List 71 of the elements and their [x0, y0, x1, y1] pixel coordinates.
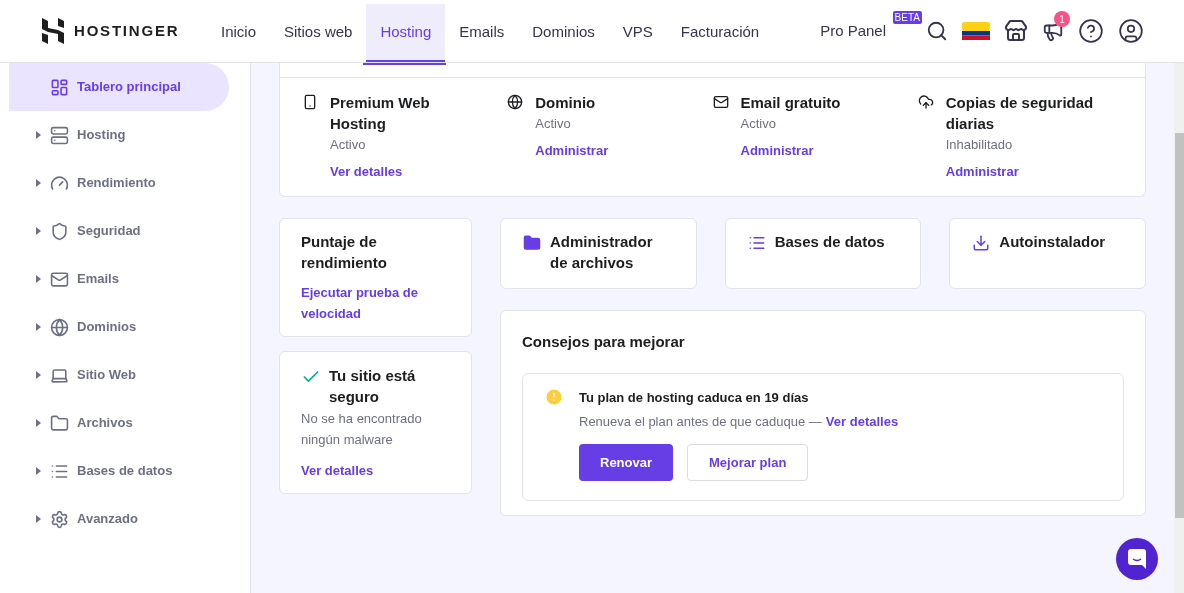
phone-icon	[302, 94, 318, 110]
alert-text: Renueva el plan antes de que caduque —	[579, 413, 822, 431]
nav-tab[interactable]: Facturación	[666, 4, 774, 62]
settings-icon	[50, 509, 69, 529]
nav-tab[interactable]: Hosting	[366, 4, 446, 62]
user-icon[interactable]	[1118, 18, 1144, 44]
cloud-upload-icon	[917, 94, 934, 110]
service-link[interactable]: Administrar	[740, 141, 841, 161]
beta-badge: BETA	[892, 10, 922, 24]
warning-icon	[544, 387, 564, 407]
tool-card[interactable]: Autoinstalador	[949, 218, 1146, 289]
nav-tab[interactable]: Dominios	[518, 4, 609, 62]
sidebar-item[interactable]: Hosting	[9, 111, 229, 159]
card-title: Consejos para mejorar	[522, 332, 686, 352]
card-title: Tu sitio está seguro	[329, 366, 417, 407]
help-icon[interactable]	[1078, 18, 1104, 44]
card-title: Puntaje de rendimiento	[301, 232, 388, 273]
dashboard-icon	[50, 77, 69, 97]
search-icon[interactable]	[926, 20, 948, 42]
scrollbar[interactable]	[1174, 63, 1184, 593]
flag-icon[interactable]	[962, 22, 990, 40]
nav-tab[interactable]: VPS	[608, 4, 667, 62]
upgrade-button[interactable]: Mejorar plan	[687, 444, 809, 481]
brand-name: HOSTINGER	[74, 20, 180, 41]
chat-icon	[1128, 549, 1146, 569]
sidebar-item[interactable]: Archivos	[9, 399, 229, 447]
service-status: Inhabilitado	[945, 136, 1014, 154]
folder-icon	[523, 234, 541, 252]
sidebar-item[interactable]: Dominios	[9, 303, 229, 351]
tool-card[interactable]: Bases de datos	[724, 218, 922, 289]
details-link[interactable]: Ver detalles	[825, 411, 899, 432]
nav-tab[interactable]: Sitios web	[270, 4, 367, 62]
sidebar-item[interactable]: Tablero principal	[9, 63, 229, 111]
mail-icon	[712, 94, 729, 110]
logo-icon	[42, 18, 64, 44]
service-status: Activo	[535, 115, 572, 133]
sidebar-item[interactable]: Emails	[9, 255, 229, 303]
renew-button[interactable]: Renovar	[579, 444, 674, 481]
folder-icon	[50, 413, 69, 433]
sidebar-item[interactable]: Bases de datos	[9, 447, 229, 495]
service-title: Copias de seguridad diarias	[945, 93, 1095, 134]
service-status: Activo	[740, 115, 777, 133]
tool-card[interactable]: Administrador de archivos	[500, 218, 697, 289]
server-icon	[50, 125, 69, 145]
sidebar-item[interactable]: Avanzado	[9, 495, 229, 543]
chat-button[interactable]	[1116, 538, 1158, 580]
service-link[interactable]: Administrar	[945, 162, 1103, 182]
notification-badge: 1	[1054, 11, 1070, 27]
alert-title: Tu plan de hosting caduca en 19 días	[579, 389, 810, 407]
list-icon	[747, 234, 766, 252]
sidebar-item[interactable]: Sitio Web	[9, 351, 229, 399]
mail-icon	[50, 269, 69, 289]
globe-icon	[507, 94, 524, 110]
service-status: Activo	[330, 136, 367, 154]
details-link[interactable]: Ver detalles	[301, 461, 450, 481]
sidebar-item[interactable]: Seguridad	[9, 207, 229, 255]
globe-icon	[50, 317, 69, 337]
service-title: Email gratuito	[740, 93, 841, 113]
sidebar-item[interactable]: Rendimiento	[9, 159, 229, 207]
security-text: No se ha encontrado ningún malware	[301, 410, 423, 449]
service-link[interactable]: Administrar	[535, 141, 609, 161]
nav-tab[interactable]: Emails	[445, 4, 519, 62]
shield-icon	[50, 221, 69, 241]
service-title: Dominio	[535, 93, 597, 113]
service-title: Premium Web Hosting	[330, 93, 431, 134]
service-link[interactable]: Ver detalles	[330, 162, 488, 182]
download-icon	[972, 234, 991, 252]
speed-test-link[interactable]: Ejecutar prueba de velocidad	[301, 282, 450, 324]
store-icon[interactable]	[1004, 19, 1028, 43]
nav-tab[interactable]: Inicio	[207, 4, 271, 62]
gauge-icon	[50, 173, 69, 193]
